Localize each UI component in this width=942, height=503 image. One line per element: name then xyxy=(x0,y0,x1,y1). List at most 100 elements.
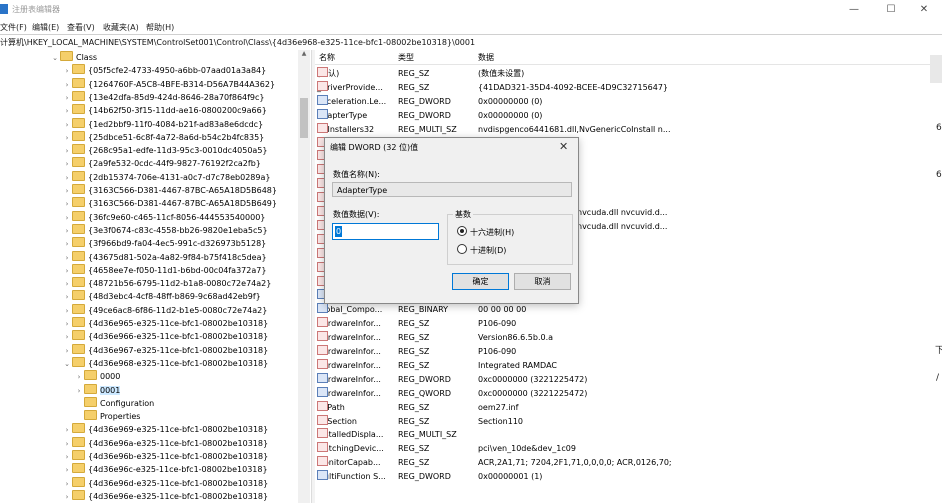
expand-arrow-icon[interactable]: › xyxy=(62,119,72,132)
expand-arrow-icon[interactable]: › xyxy=(62,252,72,265)
value-name[interactable]: HardwareInfor... xyxy=(317,386,381,401)
tree-item[interactable]: › {43675d81-502a-4a82-9f84-b75f418c5dea} xyxy=(62,250,267,265)
tree-item-label[interactable]: 0001 xyxy=(100,385,121,395)
value-name[interactable]: HardwareInfor... xyxy=(317,331,381,345)
value-name[interactable]: MultiFunction S... xyxy=(317,470,386,484)
expand-arrow-icon[interactable]: › xyxy=(62,158,72,171)
value-row[interactable]: MatchingDevic... REG_SZ pci\ven_10de&dev_1… xyxy=(315,442,942,456)
tree-item-label[interactable]: {4d36e96e-e325-11ce-bfc1-08002be10318} xyxy=(88,492,268,501)
tree-item-label[interactable]: {4d36e969-e325-11ce-bfc1-08002be10318} xyxy=(88,425,268,434)
menu-help[interactable]: 帮助(H) xyxy=(146,22,174,33)
value-name[interactable]: (默认) xyxy=(317,67,339,81)
expand-arrow-icon[interactable]: › xyxy=(62,491,72,503)
expand-arrow-icon[interactable]: › xyxy=(62,305,72,318)
value-name[interactable]: HardwareInfor... xyxy=(317,317,381,331)
cancel-button[interactable]: 取消 xyxy=(514,273,571,290)
column-name-header[interactable]: 名称 xyxy=(319,52,335,63)
tree-item[interactable]: › {13e42dfa-85d9-424d-8646-28a70f864f9c} xyxy=(62,90,265,104)
value-row[interactable]: HardwareInfor... REG_SZ Version86.6.5b.0.a xyxy=(315,331,942,345)
tree-item-label[interactable]: {4d36e96a-e325-11ce-bfc1-08002be10318} xyxy=(88,439,268,448)
tree-item[interactable]: › {25dbce51-6c8f-4a72-8a6d-b54c2b4fc835} xyxy=(62,130,264,145)
value-row[interactable]: MultiFunction S... REG_DWORD 0x00000001 (1… xyxy=(315,470,942,484)
tree-item-label[interactable]: {4d36e96d-e325-11ce-bfc1-08002be10318} xyxy=(88,479,268,488)
value-row[interactable]: InstalledDispla... REG_MULTI_SZ xyxy=(315,428,942,442)
radio-selected-icon[interactable] xyxy=(457,226,467,236)
tree-item[interactable]: › {2db15374-706e-4131-a0c7-d7c78eb0289a} xyxy=(62,170,270,185)
collapse-arrow-icon[interactable]: ⌄ xyxy=(50,52,60,65)
expand-arrow-icon[interactable]: › xyxy=(62,278,72,291)
tree-subitem[interactable]: › 0000 xyxy=(74,370,120,383)
value-row[interactable]: _DriverProvide... REG_SZ {41DAD321-35D4-40… xyxy=(315,80,942,95)
tree-item-label[interactable]: Properties xyxy=(100,412,140,421)
tree-subitem[interactable]: Configuration xyxy=(74,396,154,410)
tree-item[interactable]: › {4658ee7e-f050-11d1-b6bd-00c04fa372a7} xyxy=(62,263,266,278)
menu-favorites[interactable]: 收藏夹(A) xyxy=(103,22,139,33)
expand-arrow-icon[interactable]: › xyxy=(62,265,72,278)
value-name[interactable]: InfSection xyxy=(317,414,357,429)
tree-item-label[interactable]: Configuration xyxy=(100,399,154,408)
tree-item[interactable]: › {4d36e965-e325-11ce-bfc1-08002be10318} xyxy=(62,317,268,330)
value-name[interactable]: Acceleration.Le... xyxy=(317,94,386,109)
tree-item-label[interactable]: {268c95a1-edfe-11d3-95c3-0010dc4050a5} xyxy=(88,146,268,155)
value-row[interactable]: (默认) REG_SZ (数值未设置) xyxy=(315,67,942,81)
tree-item[interactable]: › {4d36e96d-e325-11ce-bfc1-08002be10318} xyxy=(62,476,268,491)
value-row[interactable]: MonitorCapab... REG_SZ ACR,2A1,71; 7204,2F… xyxy=(315,456,942,470)
value-name[interactable]: InstalledDispla... xyxy=(317,428,383,442)
value-data-text[interactable]: 0 xyxy=(335,226,343,237)
tree-subitem[interactable]: Properties xyxy=(74,410,140,423)
tree-item[interactable]: › {3e3f0674-c83c-4558-bb26-9820e1eba5c5} xyxy=(62,223,268,237)
expand-arrow-icon[interactable]: › xyxy=(62,172,72,185)
tree-item[interactable]: › {4d36e96c-e325-11ce-bfc1-08002be10318} xyxy=(62,463,268,476)
value-name[interactable]: InfPath xyxy=(317,400,345,415)
tree-item-label[interactable]: {2db15374-706e-4131-a0c7-d7c78eb0289a} xyxy=(88,173,270,182)
expand-arrow-icon[interactable]: › xyxy=(62,65,72,78)
expand-arrow-icon[interactable]: › xyxy=(62,451,72,464)
value-name[interactable]: HardwareInfor... xyxy=(317,372,381,387)
right-scrollbar-fragment[interactable] xyxy=(930,55,942,83)
tree-item[interactable]: › {4d36e96b-e325-11ce-bfc1-08002be10318} xyxy=(62,450,268,463)
tree-item-label[interactable]: {3e3f0674-c83c-4558-bb26-9820e1eba5c5} xyxy=(88,226,268,235)
expand-arrow-icon[interactable]: › xyxy=(62,345,72,358)
address-bar[interactable]: 计算机\HKEY_LOCAL_MACHINE\SYSTEM\ControlSet… xyxy=(0,34,942,51)
value-row[interactable]: InfPath REG_SZ oem27.inf xyxy=(315,400,942,415)
tree-item[interactable]: › {48d3ebc4-4cf8-48ff-b869-9c68ad42eb9f} xyxy=(62,290,261,303)
tree-item-label[interactable]: {2a9fe532-0cdc-44f9-9827-76192f2ca2fb} xyxy=(88,159,261,168)
tree-item[interactable]: › {4d36e967-e325-11ce-bfc1-08002be10318} xyxy=(62,343,268,358)
tree-item-label[interactable]: {14b62f50-3f15-11dd-ae16-0800200c9a66} xyxy=(88,106,267,115)
tree-item[interactable]: › {48721b56-6795-11d2-b1a8-0080c72e74a2} xyxy=(62,277,271,290)
tree-item[interactable]: › {2a9fe532-0cdc-44f9-9827-76192f2ca2fb} xyxy=(62,157,261,170)
expand-arrow-icon[interactable]: › xyxy=(62,464,72,477)
value-name[interactable]: HardwareInfor... xyxy=(317,345,381,359)
tree-item-label[interactable]: {13e42dfa-85d9-424d-8646-28a70f864f9c} xyxy=(88,93,265,102)
expand-arrow-icon[interactable]: › xyxy=(62,291,72,304)
tree-subitem[interactable]: › 0001 xyxy=(74,383,121,398)
tree-item-label[interactable]: {4d36e965-e325-11ce-bfc1-08002be10318} xyxy=(88,319,268,328)
tree-item-label[interactable]: {48721b56-6795-11d2-b1a8-0080c72e74a2} xyxy=(88,279,271,288)
column-data-header[interactable]: 数据 xyxy=(478,52,494,63)
expand-arrow-icon[interactable]: › xyxy=(62,331,72,344)
expand-arrow-icon[interactable]: › xyxy=(62,132,72,145)
close-button[interactable]: ✕ xyxy=(910,2,938,18)
expand-arrow-icon[interactable]: › xyxy=(74,371,84,384)
value-name[interactable]: CoInstallers32 xyxy=(317,122,374,137)
tree-item-label[interactable]: {1ed2bbf9-11f0-4084-b21f-ad83a8e6dcdc} xyxy=(88,120,263,129)
menu-view[interactable]: 查看(V) xyxy=(67,22,95,33)
expand-arrow-icon[interactable]: › xyxy=(62,145,72,158)
value-name[interactable]: _DriverProvide... xyxy=(317,80,383,95)
hex-radio-label[interactable]: 十六进制(H) xyxy=(470,228,514,237)
tree-item[interactable]: ⌄ {4d36e968-e325-11ce-bfc1-08002be10318} xyxy=(62,356,268,370)
dialog-close-icon[interactable]: ✕ xyxy=(559,140,568,153)
tree-item-class[interactable]: ⌄ Class xyxy=(50,51,97,64)
tree-item[interactable]: › {1ed2bbf9-11f0-4084-b21f-ad83a8e6dcdc} xyxy=(62,117,263,132)
scroll-up-icon[interactable]: ▲ xyxy=(298,50,310,60)
expand-arrow-icon[interactable]: › xyxy=(62,438,72,451)
expand-arrow-icon[interactable]: › xyxy=(62,478,72,491)
tree-item[interactable]: › {49ce6ac8-6f86-11d2-b1e5-0080c72e74a2} xyxy=(62,303,267,318)
menu-edit[interactable]: 编辑(E) xyxy=(32,22,59,33)
expand-arrow-icon[interactable]: › xyxy=(74,385,84,398)
expand-arrow-icon[interactable]: › xyxy=(62,105,72,118)
tree-item-label[interactable]: 0000 xyxy=(100,372,120,381)
tree-item-label[interactable]: {4d36e968-e325-11ce-bfc1-08002be10318} xyxy=(88,359,268,368)
key-tree-pane[interactable]: ⌄ Class › {05f5cfe2-4733-4950-a6bb-07aad01a… xyxy=(0,50,311,503)
value-row[interactable]: CoInstallers32 REG_MULTI_SZ nvdispgenco644… xyxy=(315,122,942,137)
